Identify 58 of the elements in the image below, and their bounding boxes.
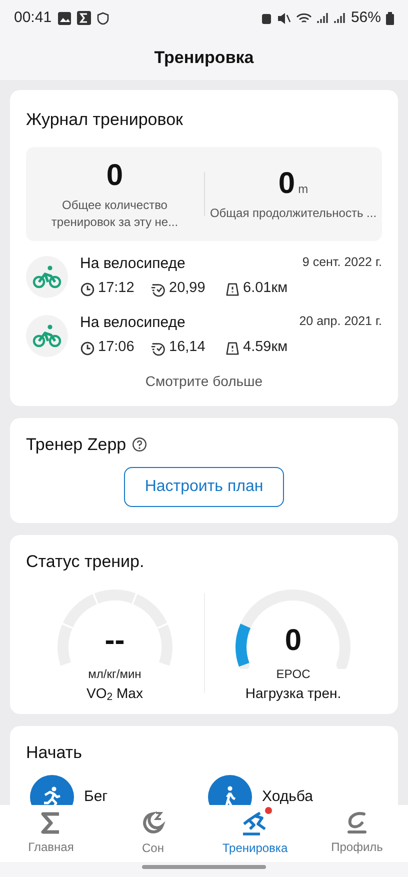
road-icon — [225, 340, 240, 356]
sigma-icon — [40, 811, 62, 835]
nav-tab[interactable]: Главная — [0, 805, 102, 862]
workout-pace: 16,14 — [169, 338, 206, 358]
gauge-value: 0 — [284, 622, 302, 658]
mute-icon — [276, 12, 291, 24]
workout-row[interactable]: На велосипеде 9 сент. 2022 г. 17:12 20,99 6.01км — [26, 254, 382, 300]
stat-value: 0 — [278, 166, 296, 202]
signal-icon — [334, 12, 346, 24]
workout-time: 17:12 — [98, 279, 136, 298]
gauge-value: -- — [104, 622, 125, 658]
nav-tab[interactable]: Профиль — [306, 805, 408, 862]
workout-date: 9 сент. 2022 г. — [302, 254, 382, 271]
clock-icon — [80, 282, 95, 297]
speedometer-icon — [150, 282, 166, 297]
see-more-link[interactable]: Смотрите больше — [145, 370, 263, 392]
profile-icon — [345, 811, 369, 835]
workout-distance: 6.01км — [243, 279, 288, 298]
help-icon[interactable] — [132, 436, 148, 452]
card-title: Тренер Zepp — [26, 434, 126, 456]
gauge-label: VO$_{2}$ Max — [86, 684, 143, 702]
speedometer-icon — [150, 340, 166, 356]
activity-label: Ходьба — [262, 786, 314, 805]
stat-value: 0 — [106, 158, 124, 194]
stat-unit: m — [298, 181, 308, 198]
workout-row[interactable]: На велосипеде 20 апр. 2021 г. 17:06 16,14 4.59км — [26, 312, 382, 358]
workout-name: На велосипеде — [80, 312, 186, 333]
gauge-unit: мл/кг/мин — [88, 666, 142, 682]
card-title: Начать — [26, 742, 83, 764]
status-time: 00:41 — [14, 8, 52, 28]
workout-time: 17:06 — [98, 338, 136, 358]
road-icon — [225, 282, 240, 297]
nav-tab[interactable]: Тренировка — [204, 805, 306, 862]
gallery-icon — [58, 12, 71, 24]
card-title: Журнал тренировок — [26, 109, 184, 131]
card-title: Статус тренир. — [26, 551, 146, 573]
gauge-label: Нагрузка трен. — [245, 684, 342, 702]
workout-date: 20 апр. 2021 г. — [299, 312, 382, 330]
page-title: Тренировка — [154, 47, 254, 70]
gauge-unit: EPOC — [276, 666, 310, 682]
clock-icon — [80, 340, 95, 356]
shield-icon — [96, 12, 109, 24]
nav-tab[interactable]: Сон — [102, 805, 204, 862]
battery-icon — [386, 12, 394, 24]
cyclist-icon — [32, 264, 62, 288]
setup-plan-button[interactable]: Настроить план — [124, 467, 284, 507]
cyclist-icon — [32, 324, 62, 348]
stat-label: Общее количество тренировок за эту не... — [50, 196, 180, 230]
workout-pace: 20,99 — [169, 279, 206, 298]
sigma-icon — [76, 11, 91, 25]
workout-name: На велосипеде — [80, 254, 186, 274]
stat-label: Общая продолжительность ... — [208, 205, 378, 222]
wifi-icon — [296, 12, 312, 24]
moon-icon — [140, 810, 166, 836]
activity-label: Бег — [84, 786, 108, 805]
battery-percent: 56% — [350, 8, 381, 28]
signal-icon — [316, 12, 329, 24]
workout-distance: 4.59км — [243, 338, 288, 358]
